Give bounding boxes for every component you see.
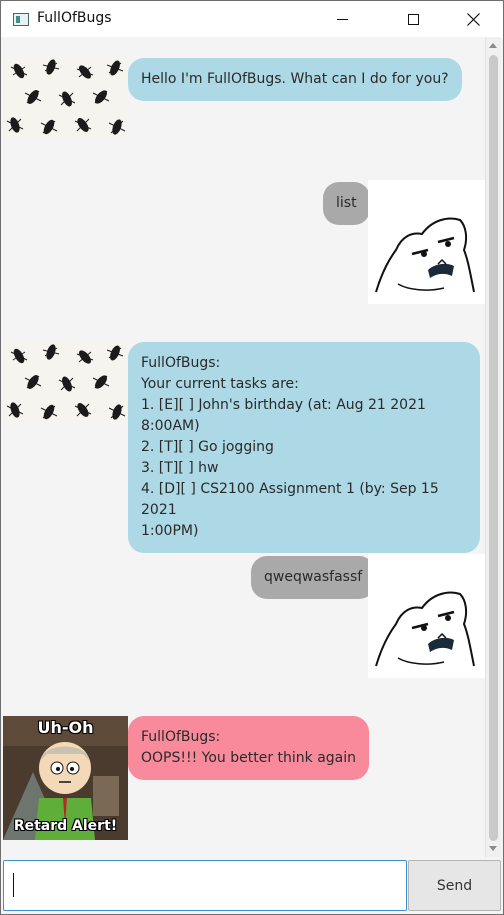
scroll-up-icon[interactable] (489, 43, 497, 48)
maximize-button[interactable] (390, 1, 436, 38)
angry-face-image (368, 554, 478, 678)
minimize-icon (336, 19, 348, 20)
user-message-bubble: list (323, 182, 370, 225)
text-caret (13, 873, 14, 897)
bot-avatar (3, 57, 128, 139)
send-button[interactable]: Send (408, 860, 501, 911)
bug-pattern-image (6, 344, 126, 420)
title-bar: FullOfBugs (1, 1, 503, 38)
scroll-down-icon[interactable] (489, 846, 497, 851)
bot-message-bubble: Hello I'm FullOfBugs. What can I do for … (128, 58, 462, 101)
user-avatar (368, 180, 485, 304)
angry-face-image (368, 180, 478, 304)
bot-error-bubble: FullOfBugs: OOPS!!! You better think aga… (128, 716, 370, 780)
bug-pattern-image (6, 59, 126, 135)
chat-scroll-pane[interactable]: Hello I'm FullOfBugs. What can I do for … (1, 37, 485, 857)
alert-top-caption: Uh-Oh (37, 718, 94, 737)
scrollbar-thumb[interactable] (489, 55, 498, 841)
close-icon (466, 13, 480, 26)
minimize-button[interactable] (319, 1, 365, 38)
user-message-bubble: qweqwasfassf (251, 556, 376, 599)
vertical-scrollbar[interactable] (485, 37, 501, 857)
user-avatar (368, 554, 485, 678)
close-button[interactable] (450, 1, 496, 38)
message-input[interactable] (3, 860, 407, 911)
maximize-icon (407, 14, 419, 25)
app-icon (13, 13, 29, 26)
bot-message-bubble: FullOfBugs: Your current tasks are: 1. [… (128, 342, 480, 553)
bot-error-avatar: Uh-Oh Retard Alert! (3, 716, 128, 840)
window-title: FullOfBugs (37, 10, 112, 26)
alert-bottom-caption: Retard Alert! (13, 818, 118, 834)
bot-avatar (3, 342, 128, 424)
